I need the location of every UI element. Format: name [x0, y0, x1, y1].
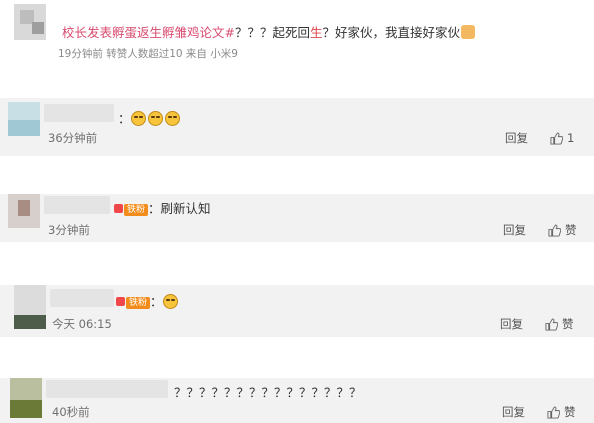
comment-actions: 回复 赞 — [502, 404, 576, 420]
comment-text-body: ？？？？？？？？？？？？？？？ — [174, 385, 362, 400]
like-button[interactable]: 1 — [550, 131, 574, 145]
fan-badge: 铁粉 — [124, 204, 149, 216]
post-text: 校长发表孵蛋返生孵雏鸡论文#？？？起死回生？好家伙，我直接好家伙 — [62, 22, 476, 41]
comment-time: 36分钟前 — [48, 131, 98, 145]
post-text-b: ？好家伙，我直接好家伙 — [322, 25, 461, 40]
smile-emoji-icon — [130, 111, 146, 126]
comment-text: 铁粉： — [116, 291, 180, 310]
comment-time: 40秒前 — [52, 405, 90, 419]
commenter-avatar[interactable] — [10, 378, 42, 418]
comment-text: 铁粉 ：刷新认知 — [114, 198, 211, 217]
comment-text-body: ： — [150, 294, 163, 309]
username-blurred[interactable] — [44, 104, 114, 122]
username-blurred[interactable] — [44, 196, 110, 214]
like-label: 赞 — [565, 223, 577, 237]
comment-actions: 回复 赞 — [503, 222, 577, 238]
reply-button[interactable]: 回复 — [502, 404, 525, 420]
post-avatar[interactable] — [14, 4, 46, 40]
comment-time: 3分钟前 — [48, 223, 90, 237]
commenter-avatar[interactable] — [8, 194, 40, 228]
reply-button[interactable]: 回复 — [503, 222, 526, 238]
fan-badge: 铁粉 — [126, 297, 151, 309]
post-text-a: ？？？起死回 — [234, 25, 310, 40]
like-count: 1 — [567, 131, 575, 145]
like-button[interactable]: 赞 — [545, 316, 574, 332]
commenter-avatar[interactable] — [14, 285, 46, 329]
comment-text: ？？？？？？？？？？？？？？？ — [174, 382, 362, 401]
thumbs-up-icon — [547, 405, 560, 419]
smile-emoji-icon — [147, 111, 163, 126]
like-button[interactable]: 赞 — [548, 222, 577, 238]
comment-1: ： 36分钟前 回复 1 — [0, 98, 594, 156]
comment-time: 今天 06:15 — [52, 317, 112, 331]
username-blurred[interactable] — [50, 289, 114, 307]
like-label: 赞 — [564, 405, 576, 419]
commenter-avatar[interactable] — [8, 102, 40, 136]
thumbs-up-icon — [545, 317, 558, 331]
fan-icon — [114, 204, 123, 213]
comment-text-body: ： — [118, 111, 131, 126]
username-blurred[interactable] — [46, 380, 168, 398]
comment-4: ？？？？？？？？？？？？？？？ 40秒前 回复 赞 — [0, 378, 594, 423]
smile-emoji-icon — [164, 111, 180, 126]
comment-3: 铁粉： 今天 06:15 回复 赞 — [0, 285, 594, 337]
fan-icon — [116, 297, 125, 306]
thumbs-up-emoji-icon — [461, 25, 476, 39]
reply-button[interactable]: 回复 — [500, 316, 523, 332]
comment-text: ： — [118, 108, 182, 127]
comment-2: 铁粉 ：刷新认知 3分钟前 回复 赞 — [0, 194, 594, 242]
like-button[interactable]: 赞 — [547, 404, 576, 420]
thumbs-up-icon — [550, 131, 563, 145]
comment-actions: 回复 赞 — [500, 316, 574, 332]
topic-link[interactable]: 校长发表孵蛋返生孵雏鸡论文# — [62, 25, 235, 40]
like-label: 赞 — [562, 317, 574, 331]
comment-text-body: ：刷新认知 — [148, 201, 211, 216]
post-meta: 19分钟前 转赞人数超过10 来自 小米9 — [58, 48, 238, 60]
thumbs-up-icon — [548, 223, 561, 237]
comment-actions: 回复 1 — [505, 130, 574, 146]
post-text-red: 生 — [310, 25, 323, 40]
smile-emoji-icon — [162, 294, 178, 309]
reply-button[interactable]: 回复 — [505, 130, 528, 146]
